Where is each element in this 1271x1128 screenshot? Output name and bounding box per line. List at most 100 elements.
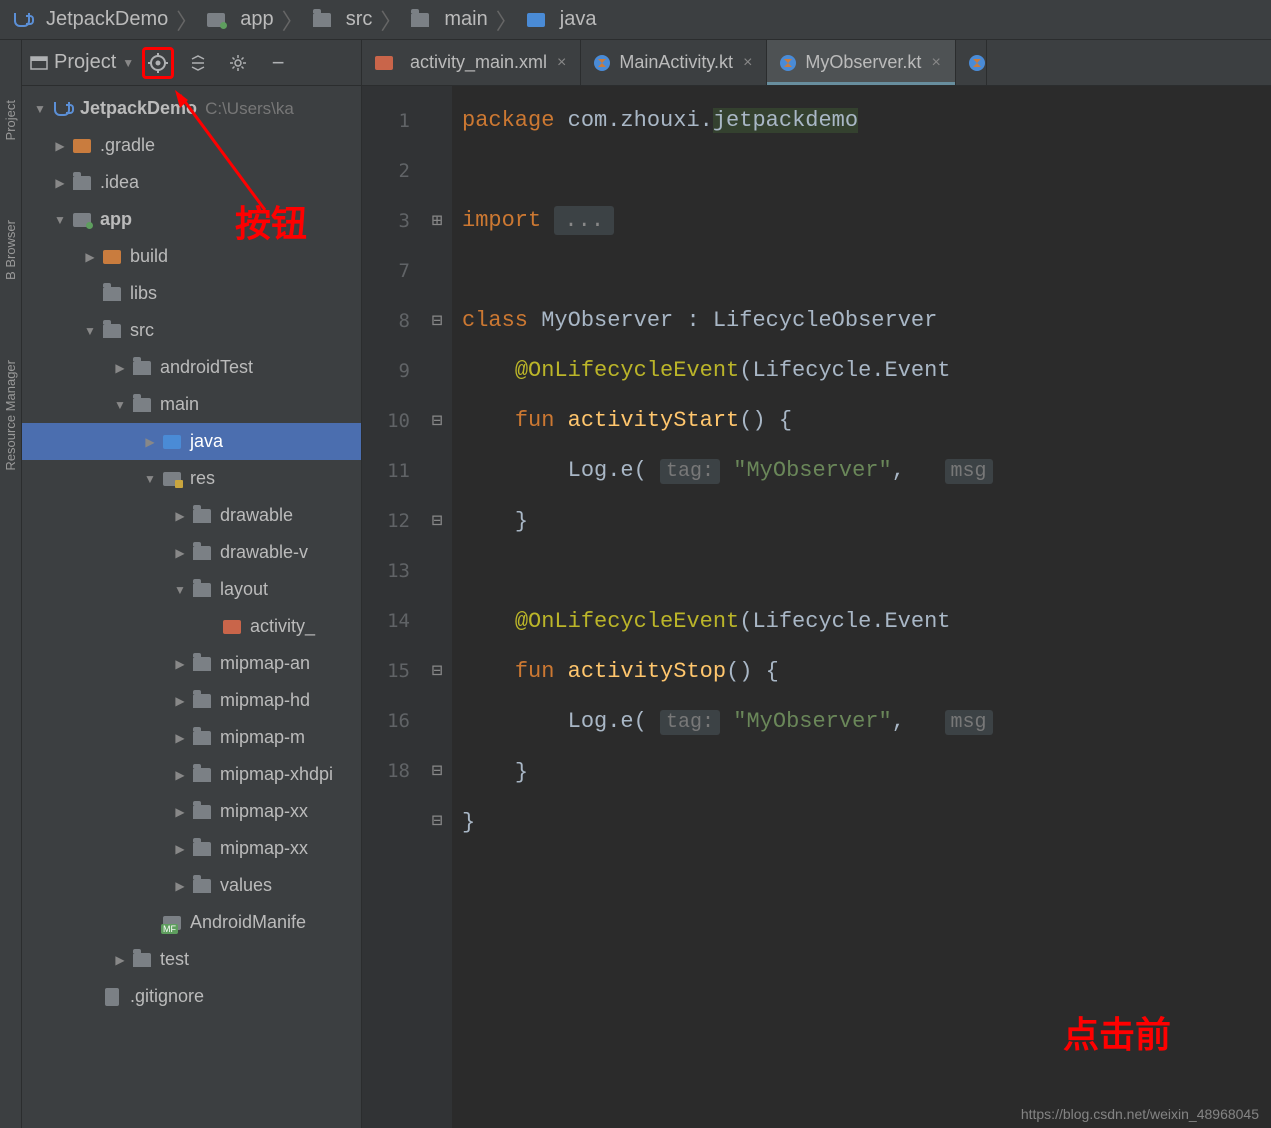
tree-label: mipmap-hd — [220, 690, 310, 711]
breadcrumb-src[interactable]: src — [306, 8, 379, 31]
folder-icon — [132, 359, 152, 377]
breadcrumb-label: java — [560, 8, 597, 31]
project-tree[interactable]: ▼ JetpackDemo C:\Users\ka ▶ .gradle ▶ .i… — [22, 86, 361, 1128]
panel-header: Project ▼ − — [22, 40, 361, 86]
fold-end-icon[interactable]: ⊟ — [422, 746, 452, 796]
line-number: 1 — [362, 96, 410, 146]
xml-file-icon — [222, 618, 242, 636]
code-area[interactable]: package com.zhouxi.jetpackdemo import ..… — [452, 86, 1271, 1128]
tree-item-activity-xml[interactable]: activity_ — [22, 608, 361, 645]
breadcrumb-label: app — [240, 8, 273, 31]
tab-partial[interactable] — [956, 40, 987, 85]
panel-title-dropdown[interactable]: Project ▼ — [30, 51, 134, 74]
line-number: 18 — [362, 746, 410, 796]
chevron-down-icon: ▼ — [122, 56, 134, 70]
tree-item-mipmap-md[interactable]: ▶ mipmap-m — [22, 719, 361, 756]
tree-item-mipmap-xx[interactable]: ▶ mipmap-xx — [22, 793, 361, 830]
chevron-right-icon: ▶ — [82, 250, 98, 264]
tree-item-gradle[interactable]: ▶ .gradle — [22, 127, 361, 164]
folder-icon — [192, 507, 212, 525]
tree-root[interactable]: ▼ JetpackDemo C:\Users\ka — [22, 90, 361, 127]
settings-button[interactable] — [222, 47, 254, 79]
tree-item-main[interactable]: ▼ main — [22, 386, 361, 423]
folder-icon — [192, 803, 212, 821]
tree-label: layout — [220, 579, 268, 600]
fold-collapse-icon[interactable]: ⊟ — [422, 396, 452, 446]
tree-item-gitignore[interactable]: .gitignore — [22, 978, 361, 1015]
panel-title: Project — [54, 51, 116, 74]
tree-item-manifest[interactable]: AndroidManife — [22, 904, 361, 941]
fold-end-icon[interactable]: ⊟ — [422, 496, 452, 546]
breadcrumb: JetpackDemo 〉 app 〉 src 〉 main 〉 java — [0, 0, 1271, 40]
tree-label: java — [190, 431, 223, 452]
line-number: 8 — [362, 296, 410, 346]
tree-label: .gradle — [100, 135, 155, 156]
chevron-right-icon: ▶ — [112, 953, 128, 967]
editor-panel: activity_main.xml × MainActivity.kt × My… — [362, 40, 1271, 1128]
fold-end-icon[interactable]: ⊟ — [422, 796, 452, 846]
tree-item-mipmap-xx2[interactable]: ▶ mipmap-xx — [22, 830, 361, 867]
tree-item-java[interactable]: ▶ java — [22, 423, 361, 460]
tree-label: activity_ — [250, 616, 315, 637]
folder-icon — [192, 655, 212, 673]
close-icon[interactable]: × — [555, 54, 568, 72]
tab-main-activity-kt[interactable]: MainActivity.kt × — [581, 40, 767, 85]
tree-label: app — [100, 209, 132, 230]
tree-item-res[interactable]: ▼ res — [22, 460, 361, 497]
rail-browser[interactable]: B Browser — [3, 220, 18, 280]
chevron-down-icon: ▼ — [172, 583, 188, 597]
tree-item-mipmap-hd[interactable]: ▶ mipmap-hd — [22, 682, 361, 719]
tree-item-test[interactable]: ▶ test — [22, 941, 361, 978]
tree-item-app[interactable]: ▼ app — [22, 201, 361, 238]
tree-item-build[interactable]: ▶ build — [22, 238, 361, 275]
breadcrumb-app[interactable]: app — [200, 8, 279, 31]
line-number: 3 — [362, 196, 410, 246]
chevron-right-icon: ▶ — [52, 176, 68, 190]
expand-all-button[interactable] — [182, 47, 214, 79]
rail-resource[interactable]: Resource Manager — [3, 360, 18, 471]
line-number: 10 — [362, 396, 410, 446]
minimize-icon: − — [272, 50, 285, 76]
tab-my-observer-kt[interactable]: MyObserver.kt × — [767, 40, 955, 85]
hide-panel-button[interactable]: − — [262, 47, 294, 79]
chevron-right-icon: ▶ — [172, 842, 188, 856]
close-icon[interactable]: × — [929, 54, 942, 72]
tree-item-values[interactable]: ▶ values — [22, 867, 361, 904]
breadcrumb-label: JetpackDemo — [46, 8, 168, 31]
line-number: 12 — [362, 496, 410, 546]
fold-expand-icon[interactable]: ⊞ — [422, 196, 452, 246]
breadcrumb-project[interactable]: JetpackDemo — [6, 8, 174, 31]
tab-label: MainActivity.kt — [619, 52, 733, 73]
tree-item-mipmap-an[interactable]: ▶ mipmap-an — [22, 645, 361, 682]
chevron-right-icon: ▶ — [172, 657, 188, 671]
folder-blue-icon — [162, 433, 182, 451]
tree-item-drawable-v[interactable]: ▶ drawable-v — [22, 534, 361, 571]
tree-label: libs — [130, 283, 157, 304]
breadcrumb-java[interactable]: java — [520, 8, 603, 31]
folder-icon — [102, 322, 122, 340]
fold-collapse-icon[interactable]: ⊟ — [422, 646, 452, 696]
close-icon[interactable]: × — [741, 54, 754, 72]
tree-item-androidtest[interactable]: ▶ androidTest — [22, 349, 361, 386]
breadcrumb-main[interactable]: main — [404, 8, 493, 31]
tree-item-layout[interactable]: ▼ layout — [22, 571, 361, 608]
tree-item-mipmap-xhdpi[interactable]: ▶ mipmap-xhdpi — [22, 756, 361, 793]
select-opened-file-button[interactable] — [142, 47, 174, 79]
rail-project[interactable]: Project — [3, 100, 18, 140]
folder-icon — [192, 840, 212, 858]
fold-collapse-icon[interactable]: ⊟ — [422, 296, 452, 346]
tree-label: AndroidManife — [190, 912, 306, 933]
tree-label: drawable — [220, 505, 293, 526]
tree-item-drawable[interactable]: ▶ drawable — [22, 497, 361, 534]
folder-module-icon — [206, 11, 226, 29]
cup-icon — [52, 100, 72, 118]
chevron-down-icon: ▼ — [82, 324, 98, 338]
tree-item-src[interactable]: ▼ src — [22, 312, 361, 349]
tree-item-libs[interactable]: libs — [22, 275, 361, 312]
editor-body[interactable]: 1 2 3 7 8 9 10 11 12 13 14 15 16 18 ⊞ — [362, 86, 1271, 1128]
chevron-right-icon: 〉 — [380, 4, 402, 36]
tab-activity-main-xml[interactable]: activity_main.xml × — [362, 40, 581, 85]
tree-item-idea[interactable]: ▶ .idea — [22, 164, 361, 201]
gear-icon — [229, 54, 247, 72]
tree-label: mipmap-xx — [220, 838, 308, 859]
